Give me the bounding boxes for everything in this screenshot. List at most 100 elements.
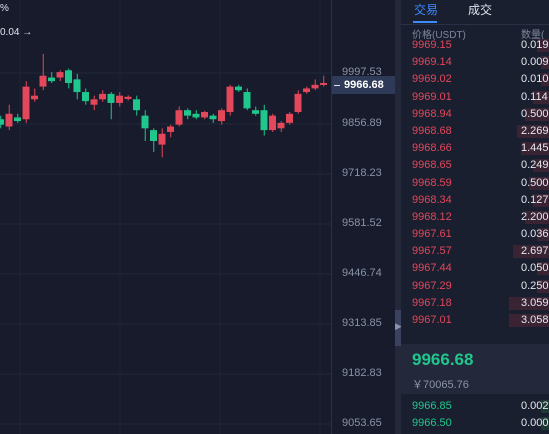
row-qty: 0.000 xyxy=(521,417,549,430)
candle-body[interactable] xyxy=(235,86,242,91)
orderbook-row[interactable]: 9967.61 0.036 xyxy=(401,226,549,243)
candle-body[interactable] xyxy=(184,110,191,116)
candle-body[interactable] xyxy=(286,113,293,123)
orderbook-row[interactable]: 9967.01 3.058 xyxy=(401,312,549,329)
orderbook-row[interactable]: 9969.01 0.114 xyxy=(401,89,549,106)
candle-body[interactable] xyxy=(277,122,285,129)
candle-body[interactable] xyxy=(218,110,225,122)
candle-body[interactable] xyxy=(31,95,38,100)
row-price: 9967.57 xyxy=(412,245,452,258)
candle-body[interactable] xyxy=(252,110,259,114)
candle-body[interactable] xyxy=(226,86,234,112)
price-axis-tick: 9313.85 xyxy=(342,317,382,329)
row-price: 9968.34 xyxy=(412,193,452,206)
price-axis: 9966.68 9997.53 9856.89 9718.23 9581.52 9446… xyxy=(331,0,395,434)
orderbook-row[interactable]: 9967.44 0.050 xyxy=(401,260,549,277)
candle-body[interactable] xyxy=(90,99,98,105)
last-price: 9966.68 xyxy=(412,350,474,369)
candle-body[interactable] xyxy=(22,86,30,120)
orderbook-row[interactable]: 9969.14 0.009 xyxy=(401,54,549,71)
trade-panel: 交易 成交 价格(USDT) 数量( 9969.15 0.019 9969.14 0.… xyxy=(401,0,549,434)
orderbook-row[interactable]: 9968.68 2.269 xyxy=(401,123,549,140)
price-axis-tick: 9997.53 xyxy=(342,66,382,78)
orderbook-row[interactable]: 9968.34 0.127 xyxy=(401,192,549,209)
candle-body[interactable] xyxy=(201,111,208,118)
orderbook-row[interactable]: 9967.57 2.697 xyxy=(401,243,549,260)
chart-canvas[interactable] xyxy=(0,0,331,434)
candle-body[interactable] xyxy=(73,79,81,93)
price-axis-tick: 9581.52 xyxy=(342,217,382,229)
row-qty: 0.010 xyxy=(521,73,549,86)
candle-body[interactable] xyxy=(0,119,4,125)
candle-body[interactable] xyxy=(39,75,47,87)
price-axis-tick: 9053.65 xyxy=(342,417,382,429)
orderbook-row[interactable]: 9967.29 0.250 xyxy=(401,278,549,295)
candle-body[interactable] xyxy=(14,117,21,122)
row-price: 9967.01 xyxy=(412,314,452,326)
candle-body[interactable] xyxy=(150,130,157,142)
orderbook-row[interactable]: 9969.15 0.019 xyxy=(401,37,549,54)
row-qty: 0.002 xyxy=(521,400,549,412)
orderbook-row[interactable]: 9967.18 3.059 xyxy=(401,295,549,312)
candle-body[interactable] xyxy=(158,133,166,145)
percent-label: % xyxy=(0,3,9,14)
bid-list: 9966.85 0.002 9966.50 0.000 xyxy=(401,398,549,432)
orderbook-row[interactable]: 9969.02 0.010 xyxy=(401,71,549,88)
row-price: 9968.68 xyxy=(412,124,452,137)
orderbook-row[interactable]: 9966.85 0.002 xyxy=(401,398,549,415)
row-qty: 0.250 xyxy=(521,279,549,292)
candle-body[interactable] xyxy=(269,115,276,131)
candle-body[interactable] xyxy=(303,88,310,93)
candle-body[interactable] xyxy=(141,115,149,129)
last-close-label: 0.04 → xyxy=(0,27,33,38)
row-qty: 3.059 xyxy=(521,296,549,309)
current-price-label: 9966.68 xyxy=(344,79,384,91)
candle-body[interactable] xyxy=(320,82,327,85)
candle-body[interactable] xyxy=(260,110,268,131)
row-qty: 0.500 xyxy=(521,176,549,189)
row-price: 9967.44 xyxy=(412,262,452,275)
candle-body[interactable] xyxy=(107,93,115,103)
candle-body[interactable] xyxy=(192,113,200,118)
row-price: 9968.66 xyxy=(412,142,452,155)
orderbook-row[interactable]: 9968.94 0.500 xyxy=(401,106,549,123)
candlestick-chart[interactable]: % 0.04 → 9966.68 9997.53 9856.89 9718.23 95… xyxy=(0,0,395,434)
row-qty: 0.500 xyxy=(521,107,549,120)
candle-body[interactable] xyxy=(82,92,89,102)
price-axis-tick: 9446.74 xyxy=(342,267,382,279)
row-price: 9969.15 xyxy=(412,39,452,51)
candle-body[interactable] xyxy=(65,70,72,83)
candle-body[interactable] xyxy=(175,110,183,125)
row-price: 9968.59 xyxy=(412,176,452,189)
orderbook-row[interactable]: 9968.66 1.445 xyxy=(401,140,549,157)
row-qty: 2.269 xyxy=(521,124,549,137)
active-tab-indicator xyxy=(413,21,437,23)
orderbook-row[interactable]: 9966.50 0.000 xyxy=(401,415,549,432)
candle-body[interactable] xyxy=(56,72,64,78)
candle-body[interactable] xyxy=(48,77,55,82)
candle-body[interactable] xyxy=(243,92,251,109)
candle-body[interactable] xyxy=(294,93,302,112)
candle-body[interactable] xyxy=(99,93,106,100)
row-price: 9968.65 xyxy=(412,159,452,172)
row-price: 9969.14 xyxy=(412,56,452,69)
candle-body[interactable] xyxy=(311,84,319,89)
candle-body[interactable] xyxy=(124,96,132,99)
tab-deals[interactable]: 成交 xyxy=(468,1,492,18)
ask-list: 9969.15 0.019 9969.14 0.009 9969.02 0.010 9969… xyxy=(401,37,549,329)
last-price-block: 9966.68 ￥70065.76 xyxy=(401,344,549,394)
candle-body[interactable] xyxy=(116,95,123,103)
price-axis-tick: 9182.83 xyxy=(342,367,382,379)
row-price: 9967.29 xyxy=(412,279,452,292)
row-qty: 0.114 xyxy=(521,90,548,103)
candle-body[interactable] xyxy=(133,99,140,111)
tab-trade[interactable]: 交易 xyxy=(414,1,438,18)
orderbook-row[interactable]: 9968.65 0.249 xyxy=(401,157,549,174)
row-qty: 0.050 xyxy=(521,262,549,275)
candle-body[interactable] xyxy=(5,113,13,127)
candle-body[interactable] xyxy=(167,126,174,132)
row-qty: 2.200 xyxy=(521,210,549,223)
candle-body[interactable] xyxy=(209,115,217,120)
orderbook-row[interactable]: 9968.59 0.500 xyxy=(401,175,549,192)
orderbook-row[interactable]: 9968.12 2.200 xyxy=(401,209,549,226)
